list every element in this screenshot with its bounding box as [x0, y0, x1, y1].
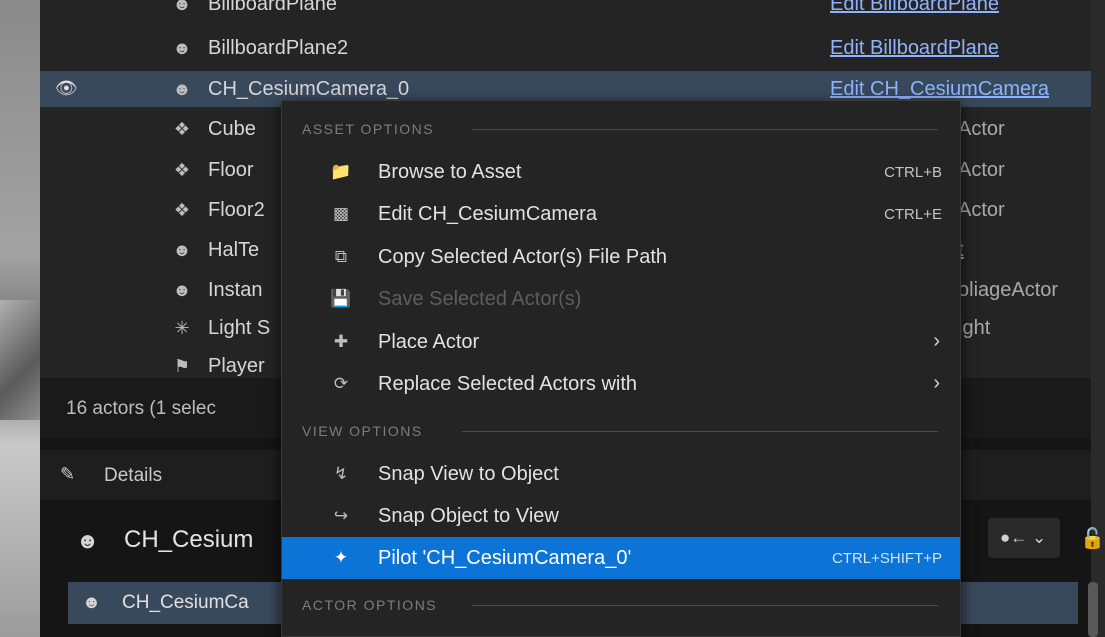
outliner-row[interactable]: ☻ BillboardPlane2 Edit BillboardPlane [40, 30, 1091, 66]
details-scrollbar[interactable] [1088, 582, 1098, 637]
static-mesh-icon: ❖ [173, 160, 191, 180]
actor-icon: ☻ [172, 0, 192, 14]
section-divider [472, 129, 938, 130]
replace-actor-icon: ⟳ [333, 374, 349, 393]
pilot-icon: ✦ [333, 548, 349, 567]
menu-item-label: Browse to Asset [378, 161, 522, 183]
menu-item-shortcut: CTRL+B [884, 164, 942, 181]
menu-item-place-actor[interactable]: ✚ Place Actor › [282, 321, 960, 363]
actor-icon: ☻ [172, 79, 192, 99]
actor-count: 16 actors (1 selec [66, 398, 216, 419]
row-label: Cube [208, 118, 256, 140]
menu-item-save-actors: 💾 Save Selected Actor(s) [282, 278, 960, 320]
light-icon: ✳ [174, 318, 190, 338]
snap-view-icon: ↯ [333, 464, 349, 483]
actor-icon: ☻ [172, 280, 192, 300]
context-menu: ASSET OPTIONS 📁 Browse to Asset CTRL+B ▩… [281, 100, 961, 637]
details-pencil-icon: ✎ [60, 464, 76, 484]
section-divider [462, 431, 938, 432]
row-label: Light S [208, 317, 271, 339]
menu-item-label: Place Actor [378, 331, 480, 353]
menu-item-label: Snap View to Object [378, 463, 559, 485]
row-label: BillboardPlane [208, 0, 337, 15]
section-actor-options: ACTOR OPTIONS [282, 589, 960, 621]
snap-object-icon: ↪ [333, 506, 349, 525]
row-label: Player [208, 355, 265, 377]
component-label: CH_CesiumCa [122, 592, 249, 613]
submenu-arrow-icon: › [933, 330, 940, 352]
blueprint-dropdown[interactable]: ●← ⌄ [988, 518, 1060, 558]
visibility-eye-icon[interactable]: 👁 [55, 78, 78, 100]
section-divider [472, 605, 938, 606]
row-label: Floor [208, 159, 254, 181]
row-type-link[interactable]: Edit BillboardPlane [830, 0, 999, 16]
save-icon: 💾 [330, 289, 352, 308]
menu-item-label: Replace Selected Actors with [378, 373, 638, 395]
menu-item-shortcut: CTRL+SHIFT+P [831, 550, 942, 567]
menu-item-replace-actors[interactable]: ⟳ Replace Selected Actors with › [282, 363, 960, 405]
section-view-options: VIEW OPTIONS [282, 415, 960, 447]
row-label: Instan [208, 279, 263, 301]
menu-item-pilot-actor[interactable]: ✦ Pilot 'CH_CesiumCamera_0' CTRL+SHIFT+P [282, 537, 960, 579]
details-tab-label: Details [104, 465, 163, 486]
row-label: BillboardPlane2 [208, 37, 349, 59]
row-label: Floor2 [208, 199, 265, 221]
row-type: oliageActor [958, 279, 1059, 301]
section-asset-options: ASSET OPTIONS [282, 113, 960, 145]
menu-item-edit-blueprint[interactable]: ▩ Edit CH_CesiumCamera CTRL+E [282, 193, 960, 235]
row-type: Actor [958, 159, 1005, 181]
row-type: ight [958, 317, 991, 339]
copy-path-icon: ⧉ [334, 247, 348, 266]
actor-icon: ☻ [76, 528, 100, 553]
row-type-link[interactable]: Edit CH_CesiumCamera [830, 78, 1049, 101]
menu-item-label: Save Selected Actor(s) [378, 288, 582, 310]
lock-icon[interactable]: 🔓 [1080, 526, 1105, 551]
menu-item-shortcut: CTRL+E [884, 206, 942, 223]
row-label: HalTe [208, 239, 260, 261]
row-type: Actor [958, 118, 1005, 140]
menu-item-label: Copy Selected Actor(s) File Path [378, 246, 668, 268]
blueprint-edit-icon: ▩ [332, 204, 350, 223]
details-actor-name: CH_Cesium [124, 526, 254, 553]
actor-icon: ☻ [172, 240, 192, 260]
static-mesh-icon: ❖ [173, 119, 191, 139]
actor-icon: ☻ [82, 592, 101, 612]
player-start-icon: ⚑ [173, 356, 191, 376]
menu-item-label: Snap Object to View [378, 505, 559, 527]
menu-item-browse-to-asset[interactable]: 📁 Browse to Asset CTRL+B [282, 151, 960, 193]
static-mesh-icon: ❖ [173, 200, 191, 220]
menu-item-label: Edit CH_CesiumCamera [378, 203, 597, 225]
menu-item-snap-object-to-view[interactable]: ↪ Snap Object to View [282, 495, 960, 537]
section-label: VIEW OPTIONS [302, 423, 423, 439]
row-label: CH_CesiumCamera_0 [208, 78, 410, 100]
section-label: ACTOR OPTIONS [302, 597, 438, 613]
submenu-arrow-icon: › [933, 372, 940, 394]
browse-folder-icon: 📁 [330, 162, 352, 181]
menu-item-copy-file-path[interactable]: ⧉ Copy Selected Actor(s) File Path [282, 236, 960, 278]
section-label: ASSET OPTIONS [302, 121, 435, 137]
menu-item-snap-view-to-object[interactable]: ↯ Snap View to Object [282, 453, 960, 495]
outliner-row[interactable]: ☻ BillboardPlane Edit BillboardPlane [40, 0, 1091, 22]
viewport-edge [0, 0, 40, 637]
place-actor-icon: ✚ [333, 332, 349, 351]
menu-item-label: Pilot 'CH_CesiumCamera_0' [378, 547, 632, 569]
row-type-link[interactable]: Edit BillboardPlane [830, 37, 999, 60]
row-type: Actor [958, 199, 1005, 221]
actor-icon: ☻ [172, 38, 192, 58]
